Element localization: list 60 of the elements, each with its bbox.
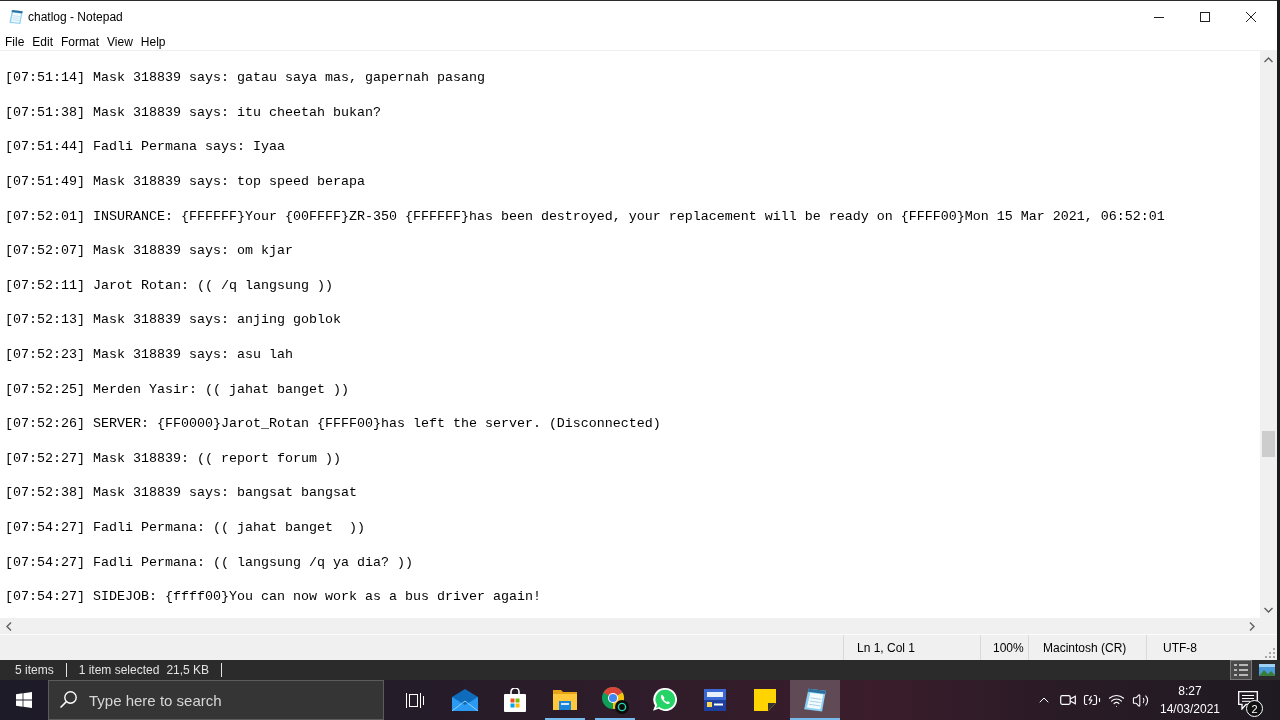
- chevron-down-icon[interactable]: [1264, 606, 1273, 613]
- log-line: [07:51:38] Mask 318839 says: itu cheetah bukan?: [5, 103, 381, 122]
- log-line: [07:52:38] Mask 318839 says: bangsat bangsat: [5, 484, 357, 502]
- log-line: [07:52:11] Jarot Rotan: (( /q langsung )): [5, 276, 333, 295]
- menu-item[interactable]: File: [1, 33, 29, 50]
- search-field[interactable]: Type here to search: [48, 680, 384, 720]
- camera-icon[interactable]: [1060, 693, 1076, 707]
- item-count: 5 items: [15, 663, 54, 677]
- menu-item[interactable]: Format: [57, 33, 104, 50]
- app-tile-icon: [704, 689, 726, 711]
- folder-icon: [553, 690, 577, 710]
- shopping-bag-icon: [504, 688, 526, 712]
- chevron-left-icon[interactable]: [5, 621, 12, 631]
- search-icon: [60, 691, 77, 708]
- notification-button[interactable]: 2: [1228, 680, 1268, 720]
- file-size: 21,5 KB: [166, 663, 210, 677]
- window-title: chatlog - Notepad: [28, 10, 123, 24]
- clock[interactable]: 8:27 14/03/2021: [1152, 680, 1228, 720]
- log-line: [07:54:27] Fadli Permana: (( langsung /q ya dia? )): [5, 553, 413, 571]
- log-line: [07:51:14] Mask 318839 says: gatau saya mas, gapernah pasang: [5, 69, 485, 87]
- notification-count: 2: [1246, 700, 1263, 717]
- log-line: [07:54:27] Fadli Permana: (( jahat banget )): [5, 519, 365, 537]
- task-view-icon: [406, 691, 424, 709]
- view-mode-button[interactable]: [1230, 660, 1252, 680]
- text-encoding: UTF-8: [1163, 640, 1197, 655]
- menu-item[interactable]: Help: [136, 33, 170, 50]
- log-line: [07:52:25] Merden Yasir: (( jahat banget )): [5, 380, 349, 398]
- selection-info: 1 item selected: [78, 663, 160, 677]
- maximize-icon: [1200, 12, 1210, 22]
- notepad-icon: [8, 9, 24, 25]
- size-grip-icon[interactable]: [1264, 647, 1275, 658]
- log-line: [07:51:49] Mask 318839 says: top speed berapa: [5, 173, 365, 191]
- chevron-right-icon[interactable]: [1248, 621, 1255, 631]
- log-line: [07:52:01] INSURANCE: {FFFFFF}Your {00FFFF}ZR-350 {FFFFFF}has been destroyed, your replacement will be ready on {FFFF00}Mon 15 Mar 2021, 06:52:01: [5, 207, 1165, 225]
- sticky-note-icon: [754, 689, 776, 711]
- notepad-icon: [802, 687, 828, 713]
- line-ending: Macintosh (CR): [1043, 640, 1127, 655]
- menu-item[interactable]: Edit: [28, 33, 58, 50]
- cursor-position: Ln 1, Col 1: [857, 640, 916, 655]
- vertical-scrollbar[interactable]: [1260, 51, 1277, 618]
- log-line: [07:52:07] Mask 318839 says: om kjar: [5, 242, 293, 260]
- volume-icon[interactable]: [1131, 691, 1149, 709]
- windows-logo-icon: [16, 692, 32, 708]
- log-line: [07:52:23] Mask 318839 says: asu lah: [5, 346, 293, 364]
- taskbar-app-button[interactable]: [790, 680, 840, 720]
- log-line: [07:52:26] SERVER: {FF0000}Jarot_Rotan {FFFF00}has left the server. (Disconnected): [5, 415, 661, 433]
- envelope-icon: [452, 689, 478, 711]
- menu-item[interactable]: View: [103, 33, 137, 50]
- log-line: [07:54:27] SIDEJOB: {ffff00}You can now work as a bus driver again!: [5, 588, 541, 606]
- log-line: [07:52:27] Mask 318839: (( report forum )): [5, 449, 341, 468]
- thumbnail-view-icon: [1259, 664, 1275, 676]
- zoom-level: 100%: [993, 640, 1024, 655]
- minimize-icon: [1154, 16, 1164, 18]
- log-line: [07:52:13] Mask 318839 says: anjing goblok: [5, 311, 341, 329]
- ring-logo-icon: [601, 686, 629, 714]
- close-icon: [1246, 12, 1256, 22]
- log-line: [07:51:44] Fadli Permana says: Iyaa: [5, 138, 285, 156]
- details-view-icon: [1234, 663, 1248, 677]
- phone-bubble-icon: [653, 688, 677, 712]
- scrollbar-thumb[interactable]: [1262, 431, 1275, 457]
